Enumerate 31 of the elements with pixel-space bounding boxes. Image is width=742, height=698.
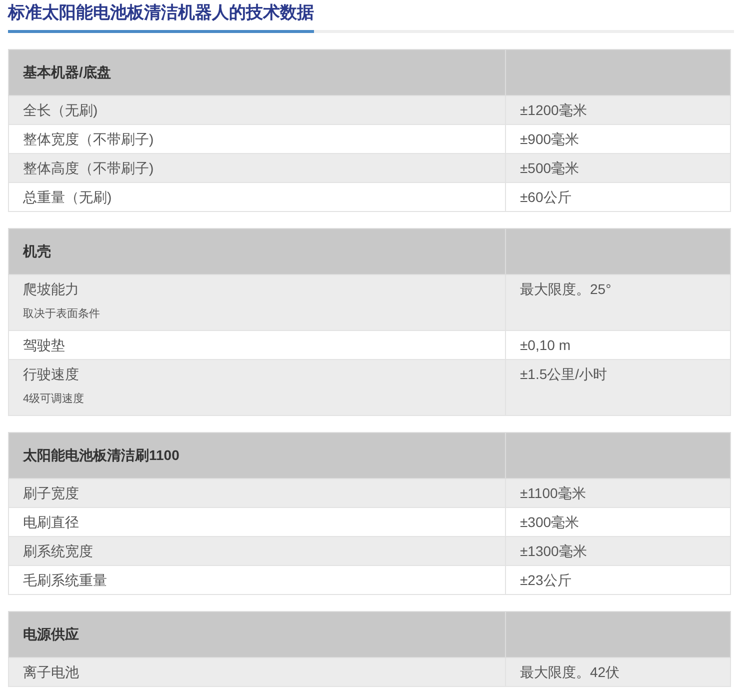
spec-value: ±1200毫米 xyxy=(520,102,587,118)
spec-label: 刷系统宽度 xyxy=(23,543,93,559)
spec-value: 最大限度。42伏 xyxy=(520,664,620,680)
spec-value: 最大限度。25° xyxy=(520,281,612,297)
spec-label: 行驶速度 xyxy=(23,366,79,382)
spec-label: 全长（无刷) xyxy=(23,102,98,118)
spec-label: 毛刷系统重量 xyxy=(23,572,107,588)
section-heading: 太阳能电池板清洁刷1100 xyxy=(23,447,180,463)
spec-value: ±23公斤 xyxy=(520,572,572,588)
page-title: 标准太阳能电池板清洁机器人的技术数据 xyxy=(8,0,314,33)
spec-value: ±1300毫米 xyxy=(520,543,587,559)
spec-value: ±0,10 m xyxy=(520,337,570,353)
spec-note: 取决于表面条件 xyxy=(23,307,101,322)
spec-label: 电刷直径 xyxy=(23,514,79,530)
spec-label: 刷子宽度 xyxy=(23,485,79,501)
section-heading: 电源供应 xyxy=(23,626,79,642)
spec-value: ±500毫米 xyxy=(520,160,580,176)
spec-label: 爬坡能力 xyxy=(23,281,79,297)
section-heading: 基本机器/底盘 xyxy=(23,64,111,80)
spec-value: ±1100毫米 xyxy=(520,485,586,501)
spec-value: ±60公斤 xyxy=(520,189,572,205)
spec-label: 整体宽度（不带刷子) xyxy=(23,131,154,147)
spec-value: ±300毫米 xyxy=(520,514,580,530)
spec-label: 总重量（无刷) xyxy=(23,189,112,205)
spec-note: 4级可调速度 xyxy=(23,392,86,407)
spec-label: 驾驶垫 xyxy=(23,337,65,353)
spec-label: 离子电池 xyxy=(23,664,79,680)
section-heading: 机壳 xyxy=(23,243,51,259)
spec-value: ±900毫米 xyxy=(520,131,580,147)
spec-label: 整体高度（不带刷子) xyxy=(23,160,154,176)
spec-value: ±1.5公里/小时 xyxy=(520,366,608,382)
